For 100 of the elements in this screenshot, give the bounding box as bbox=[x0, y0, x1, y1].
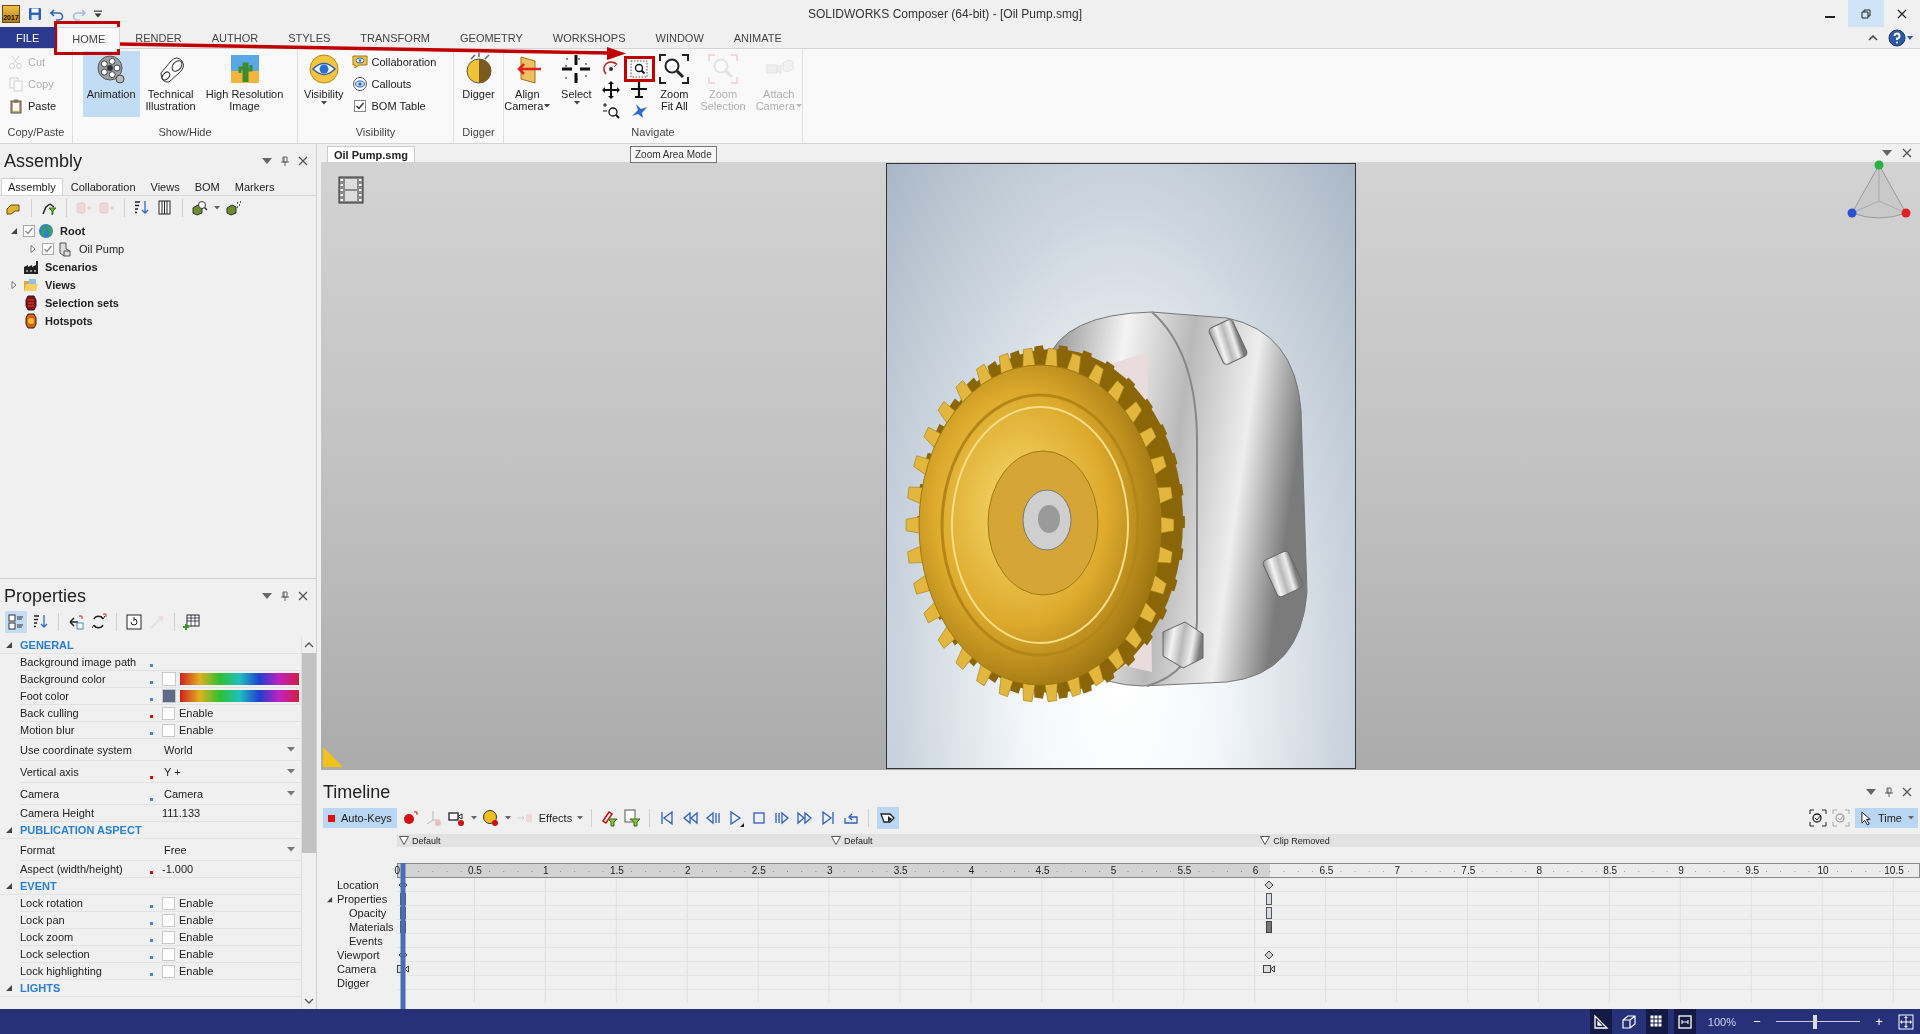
toolbar-toggle[interactable] bbox=[5, 611, 27, 633]
scrollbar-thumb[interactable] bbox=[302, 653, 316, 853]
ribbon-tab[interactable]: HOME bbox=[57, 27, 121, 49]
collapsed-arrow-icon[interactable] bbox=[10, 281, 18, 289]
marker-flag-icon[interactable] bbox=[1260, 836, 1271, 845]
panel-tab[interactable]: Collaboration bbox=[63, 178, 143, 195]
diamond-keyframe[interactable] bbox=[1264, 880, 1274, 890]
caret-icon[interactable] bbox=[214, 206, 220, 210]
track-label[interactable]: Opacity bbox=[349, 906, 387, 920]
zoom-in-button[interactable]: + bbox=[1872, 1014, 1886, 1029]
arrow-square-icon[interactable] bbox=[67, 613, 85, 631]
dropdown-field[interactable]: Free bbox=[162, 840, 301, 859]
section-header[interactable]: GENERAL bbox=[20, 639, 74, 651]
collapsed-arrow-icon[interactable] bbox=[29, 245, 37, 253]
ribbon-tab[interactable]: ANIMATE bbox=[718, 27, 797, 48]
technical-illustration-button[interactable]: Technical Illustration bbox=[141, 51, 200, 117]
ribbon-tab[interactable]: AUTHOR bbox=[196, 27, 274, 48]
ribbon-tab[interactable]: TRANSFORM bbox=[345, 27, 445, 48]
scrollbar[interactable] bbox=[301, 637, 316, 1009]
expanded-arrow-icon[interactable] bbox=[326, 895, 333, 903]
bom-table-toggle[interactable]: BOM Table bbox=[349, 95, 439, 117]
tree-item[interactable]: Root bbox=[60, 225, 86, 237]
expanded-arrow-icon[interactable] bbox=[5, 984, 13, 992]
color-swatch[interactable] bbox=[162, 672, 176, 686]
marker-flag-icon[interactable] bbox=[831, 836, 842, 845]
save-icon[interactable] bbox=[28, 6, 42, 21]
ribbon-tab[interactable]: STYLES bbox=[273, 27, 346, 48]
view-toggle[interactable] bbox=[877, 807, 900, 829]
document-tab[interactable]: Oil Pump.smg bbox=[327, 146, 415, 162]
diamond-keyframe[interactable] bbox=[1264, 950, 1274, 960]
panel-tab[interactable]: Markers bbox=[227, 178, 282, 195]
marker-flag-icon[interactable] bbox=[399, 836, 409, 845]
columns-icon[interactable] bbox=[156, 199, 174, 217]
reset-icon[interactable] bbox=[125, 613, 143, 631]
airplane-icon[interactable] bbox=[630, 81, 649, 99]
paste-button[interactable]: Paste bbox=[6, 95, 59, 117]
close-icon[interactable] bbox=[1902, 787, 1912, 797]
3d-viewport[interactable] bbox=[321, 162, 1920, 770]
collapse-ribbon-icon[interactable] bbox=[1868, 34, 1878, 41]
play-icon[interactable] bbox=[727, 809, 746, 827]
time-ruler[interactable]: 0 0.5 1 1.5 2 2.5 3 3.5 4 4.5 5 5.5 6 6.5 7 7.5 8 8.5 9 9.5 10 10.5 bbox=[397, 863, 1920, 878]
collaboration-button[interactable]: Collaboration bbox=[349, 51, 439, 73]
enable-checkbox[interactable]: Enable bbox=[162, 723, 214, 737]
ribbon-tab[interactable]: GEOMETRY bbox=[445, 27, 538, 48]
panel-tab[interactable]: Assembly bbox=[1, 178, 63, 195]
enable-checkbox[interactable]: Enable bbox=[162, 706, 214, 720]
hexagon-dots-icon[interactable] bbox=[225, 199, 243, 217]
animation-button[interactable]: Animation bbox=[82, 51, 140, 117]
dropdown-arrow-icon[interactable] bbox=[1882, 148, 1892, 158]
previous-key-icon[interactable] bbox=[704, 809, 723, 827]
expanded-arrow-icon[interactable] bbox=[5, 882, 13, 890]
section-header[interactable]: EVENT bbox=[20, 880, 57, 892]
ribbon-tab[interactable]: WINDOW bbox=[640, 27, 719, 48]
move-icon[interactable] bbox=[602, 81, 621, 99]
camera-keyframe[interactable] bbox=[1262, 965, 1275, 973]
grid-toggle[interactable] bbox=[1645, 1009, 1668, 1034]
caret-icon[interactable] bbox=[504, 816, 511, 820]
star-icon[interactable] bbox=[630, 102, 649, 120]
undo-icon[interactable] bbox=[50, 6, 64, 21]
caret-icon[interactable] bbox=[470, 816, 477, 820]
dropdown-arrow-icon[interactable] bbox=[262, 591, 272, 601]
tree-item[interactable]: Oil Pump bbox=[79, 243, 125, 255]
film-strip-icon[interactable] bbox=[338, 176, 364, 204]
ribbon-tab[interactable]: WORKSHOPS bbox=[537, 27, 641, 48]
high-resolution-image-button[interactable]: High Resolution Image bbox=[201, 51, 288, 117]
property-value[interactable]: 111.133 bbox=[162, 807, 201, 819]
close-icon[interactable] bbox=[298, 156, 308, 166]
camera-record-icon[interactable] bbox=[447, 809, 466, 827]
scroll-down-icon[interactable] bbox=[304, 998, 314, 1004]
panel-tab[interactable]: BOM bbox=[187, 178, 227, 195]
zoom-out-button[interactable]: − bbox=[1750, 1014, 1764, 1029]
digger-button[interactable]: Digger bbox=[458, 51, 499, 117]
table-icon[interactable] bbox=[183, 613, 201, 631]
tree-item[interactable]: Hotspots bbox=[45, 315, 93, 327]
block-keyframe[interactable] bbox=[1265, 907, 1272, 919]
zoom-area-icon[interactable] bbox=[630, 60, 649, 78]
tree-item[interactable]: Views bbox=[45, 279, 76, 291]
dropdown-field[interactable]: World bbox=[162, 740, 301, 759]
zoom-in-out-icon[interactable] bbox=[602, 102, 621, 120]
fit-screen-icon[interactable] bbox=[1898, 1013, 1914, 1030]
expanded-arrow-icon[interactable] bbox=[5, 641, 13, 649]
checkbox[interactable] bbox=[23, 225, 35, 237]
close-icon[interactable] bbox=[1902, 148, 1912, 158]
pin-icon[interactable] bbox=[1884, 787, 1894, 797]
dropdown-field[interactable]: Y + bbox=[162, 762, 301, 781]
pen-funnel-icon[interactable] bbox=[600, 809, 619, 827]
help-icon[interactable] bbox=[1888, 28, 1914, 47]
dropdown-field[interactable]: Camera bbox=[162, 784, 301, 803]
section-header[interactable]: PUBLICATION ASPECT bbox=[20, 824, 142, 836]
enable-checkbox[interactable]: Enable bbox=[162, 964, 214, 978]
expanded-arrow-icon[interactable] bbox=[5, 826, 13, 834]
time-mode-dropdown[interactable]: Time bbox=[1854, 808, 1918, 828]
file-menu-tab[interactable]: FILE bbox=[0, 27, 56, 48]
track-label[interactable]: Location bbox=[337, 878, 379, 892]
block-keyframe[interactable] bbox=[1265, 921, 1272, 933]
enable-checkbox[interactable]: Enable bbox=[162, 930, 214, 944]
visibility-button[interactable]: Visibility bbox=[300, 51, 348, 117]
customize-caret-icon[interactable] bbox=[94, 9, 102, 18]
track-label[interactable]: Digger bbox=[337, 976, 370, 990]
expanded-arrow-icon[interactable] bbox=[10, 227, 18, 235]
